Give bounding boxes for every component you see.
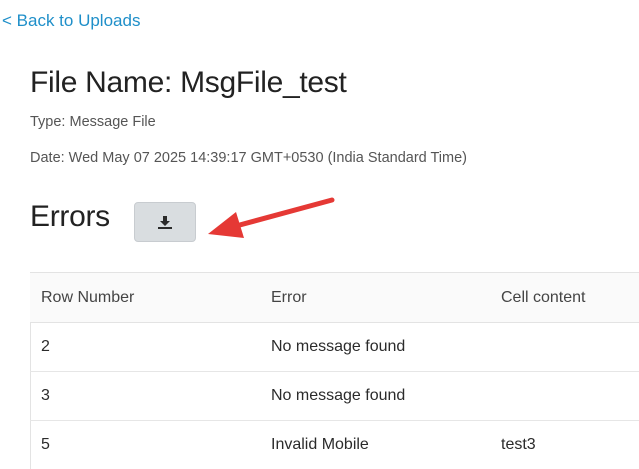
back-to-uploads-link[interactable]: < Back to Uploads: [2, 11, 140, 31]
column-header-row-number: Row Number: [30, 272, 260, 323]
table-row: 5 Invalid Mobile test3: [30, 420, 639, 469]
column-header-cell-content: Cell content: [490, 272, 639, 323]
annotation-arrow: [208, 197, 335, 238]
error-cell: Invalid Mobile: [260, 420, 490, 469]
upload-details-page: < Back to Uploads File Name: MsgFile_tes…: [0, 0, 639, 469]
errors-table: Row Number Error Cell content 2 No messa…: [30, 272, 639, 469]
row-number-cell: 3: [30, 371, 260, 421]
column-header-error: Error: [260, 272, 490, 323]
file-date-text: Date: Wed May 07 2025 14:39:17 GMT+0530 …: [30, 150, 467, 166]
cell-content-cell: test3: [490, 420, 639, 469]
cell-content-cell: [490, 371, 639, 421]
download-errors-button[interactable]: [134, 202, 196, 242]
table-row: 3 No message found: [30, 371, 639, 421]
errors-heading: Errors: [30, 200, 110, 233]
error-cell: No message found: [260, 322, 490, 372]
row-number-cell: 5: [30, 420, 260, 469]
error-cell: No message found: [260, 371, 490, 421]
row-number-cell: 2: [30, 322, 260, 372]
download-icon: [158, 215, 172, 229]
file-name-title: File Name: MsgFile_test: [30, 66, 347, 99]
file-type-text: Type: Message File: [30, 114, 156, 130]
table-header-row: Row Number Error Cell content: [30, 272, 639, 323]
cell-content-cell: [490, 322, 639, 372]
table-row: 2 No message found: [30, 322, 639, 372]
